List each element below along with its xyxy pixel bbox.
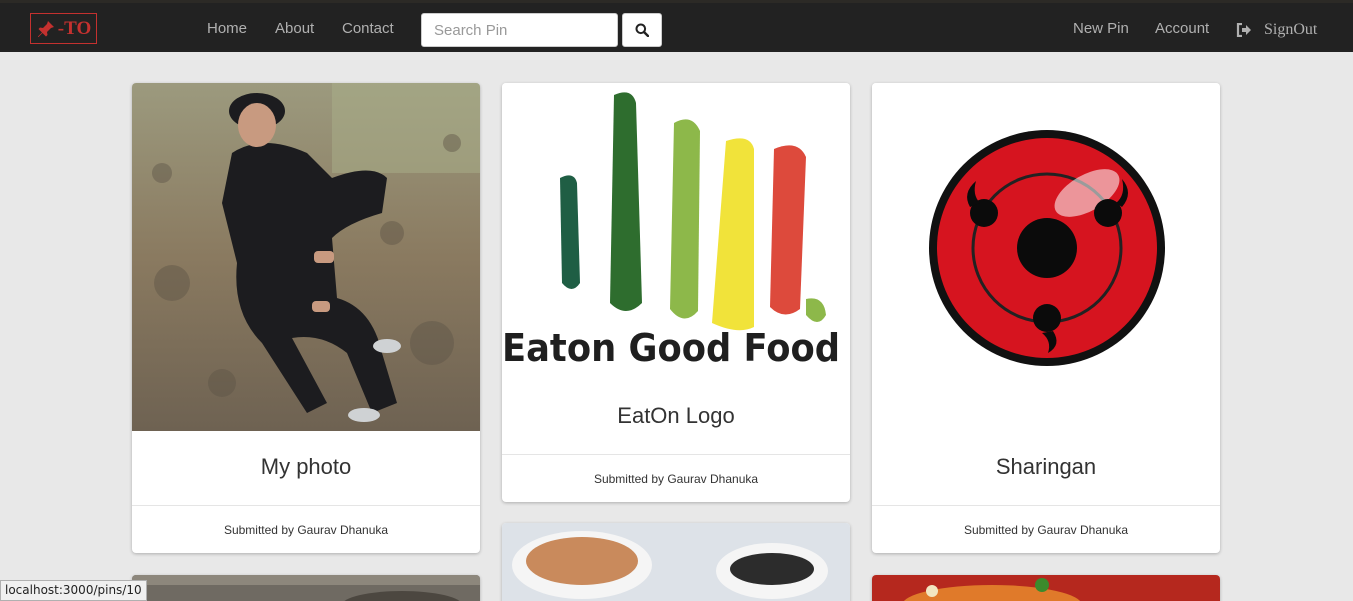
soup-bowls-image <box>502 523 850 601</box>
account-link[interactable]: Account <box>1155 20 1209 37</box>
signout-link[interactable]: SignOut <box>1236 21 1317 39</box>
nav-about-link[interactable]: About <box>275 20 314 37</box>
pushpin-icon <box>37 20 54 37</box>
pasta-image-partial <box>872 575 1220 601</box>
pin-card[interactable]: Sharingan Submitted by Gaurav Dhanuka <box>872 83 1220 553</box>
nav-home-link[interactable]: Home <box>207 20 247 37</box>
search-button[interactable] <box>622 13 662 47</box>
pin-submitted-by: Submitted by Gaurav Dhanuka <box>502 454 850 502</box>
nav-contact-link[interactable]: Contact <box>342 20 394 37</box>
new-pin-link[interactable]: New Pin <box>1073 20 1129 37</box>
pin-title: Sharingan <box>995 454 1097 479</box>
pin-photo-image <box>132 83 480 431</box>
pin-title: My photo <box>260 454 352 479</box>
search-icon <box>635 23 649 37</box>
pin-card-partial[interactable] <box>872 575 1220 601</box>
top-navbar: -TO Home About Contact New Pin Account S… <box>0 0 1353 52</box>
pin-image-partial <box>132 575 480 601</box>
link-status-bar: localhost:3000/pins/10 <box>0 580 147 601</box>
pin-card[interactable]: My photo Submitted by Gaurav Dhanuka <box>132 83 480 553</box>
logout-icon <box>1236 23 1251 37</box>
pin-card-partial[interactable] <box>132 575 480 601</box>
brand-text: -TO <box>57 17 92 39</box>
sharingan-image <box>872 83 1220 431</box>
search-input[interactable] <box>421 13 618 47</box>
pin-title: EatOn Logo <box>617 403 735 428</box>
pin-card-partial[interactable] <box>502 523 850 601</box>
eaton-logo-text: Eaton Good Food <box>502 326 840 370</box>
pin-submitted-by: Submitted by Gaurav Dhanuka <box>872 505 1220 553</box>
signout-label: SignOut <box>1264 21 1318 38</box>
brand-logo[interactable]: -TO <box>30 13 97 44</box>
pin-submitted-by: Submitted by Gaurav Dhanuka <box>132 505 480 553</box>
eaton-logo-image: Eaton Good Food <box>502 83 850 373</box>
pin-card[interactable]: Eaton Good Food EatOn Logo Submitted by … <box>502 83 850 502</box>
